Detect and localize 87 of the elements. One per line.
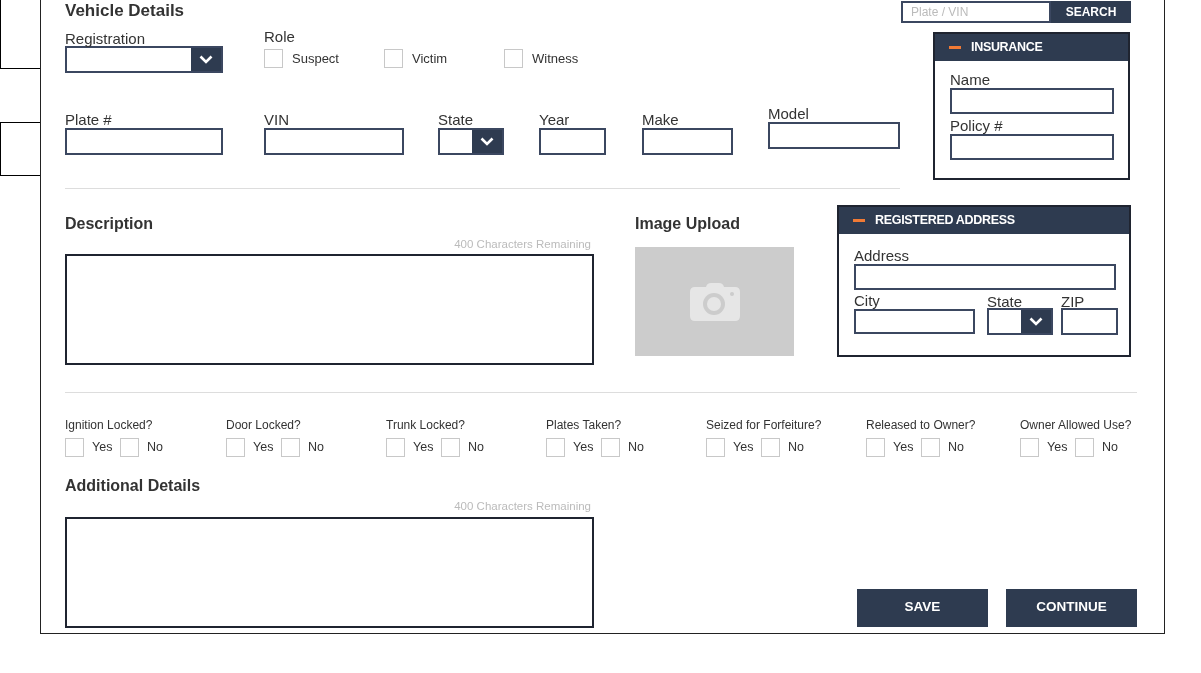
checkbox[interactable] <box>386 438 405 458</box>
checkbox[interactable] <box>120 438 139 458</box>
question-label: Ignition Locked? <box>65 418 154 433</box>
panel-title: REGISTERED ADDRESS <box>875 212 1015 230</box>
field-label: Year <box>539 111 571 128</box>
character-counter: 400 Characters Remaining <box>453 237 592 252</box>
input-field[interactable] <box>950 88 1114 114</box>
checkbox[interactable] <box>921 438 940 458</box>
description-field[interactable] <box>65 254 594 366</box>
checkbox-label: Witness <box>532 50 579 68</box>
checkbox[interactable] <box>504 49 523 69</box>
question-label: Released to Owner? <box>866 418 977 433</box>
form-button[interactable]: CONTINUE <box>1006 588 1137 627</box>
checkbox-label: Yes <box>253 439 274 457</box>
select-field[interactable] <box>65 46 223 73</box>
chevron-down-icon <box>199 55 213 64</box>
field-label: Name <box>950 71 991 88</box>
checkbox[interactable] <box>384 49 403 69</box>
checkbox-label: No <box>1102 439 1118 457</box>
checkbox[interactable] <box>441 438 460 458</box>
checkbox[interactable] <box>264 49 283 69</box>
field-label: State <box>438 111 475 128</box>
field-label: Plate # <box>65 111 113 128</box>
input-field[interactable] <box>264 128 404 155</box>
image-upload-area[interactable] <box>635 247 794 356</box>
checkbox-label: Victim <box>412 50 448 68</box>
search-button[interactable]: SEARCH <box>1051 1 1131 23</box>
field-label: Address <box>854 247 911 264</box>
input-field[interactable] <box>1061 308 1118 335</box>
camera-icon <box>689 282 740 321</box>
input-field[interactable] <box>854 264 1116 290</box>
section-heading: Additional Details <box>65 477 202 496</box>
checkbox[interactable] <box>65 438 84 458</box>
checkbox-label: No <box>308 439 324 457</box>
search-field[interactable]: Plate / VIN <box>901 1 1051 23</box>
checkbox-label: Yes <box>733 439 754 457</box>
field-label: Model <box>768 105 810 122</box>
field-label: City <box>854 292 881 309</box>
select-field[interactable] <box>438 128 504 155</box>
input-field[interactable] <box>854 309 975 334</box>
checkbox-label: Yes <box>893 439 914 457</box>
select-field[interactable] <box>987 308 1053 335</box>
form-button[interactable]: SAVE <box>857 588 988 627</box>
checkbox-label: Suspect <box>292 50 339 68</box>
checkbox[interactable] <box>281 438 300 458</box>
field-label: State <box>987 293 1024 310</box>
question-label: Seized for Forfeiture? <box>706 418 823 433</box>
checkbox-label: Yes <box>92 439 113 457</box>
checkbox-label: Yes <box>1047 439 1068 457</box>
character-counter: 400 Characters Remaining <box>453 499 592 515</box>
checkbox-label: No <box>948 439 964 457</box>
checkbox-label: Yes <box>413 439 434 457</box>
question-label: Owner Allowed Use? <box>1020 418 1133 433</box>
checkbox[interactable] <box>546 438 565 458</box>
field-label: Registration <box>65 30 147 47</box>
field-label: Make <box>642 111 680 128</box>
checkbox[interactable] <box>1075 438 1094 458</box>
question-label: Trunk Locked? <box>386 418 466 433</box>
checkbox-label: No <box>147 439 163 457</box>
checkbox[interactable] <box>226 438 245 458</box>
input-field[interactable] <box>642 128 733 155</box>
input-field[interactable] <box>539 128 606 155</box>
field-label: Role <box>264 28 296 45</box>
checkbox-label: No <box>468 439 484 457</box>
checkbox-label: Yes <box>573 439 594 457</box>
checkbox[interactable] <box>601 438 620 458</box>
input-field[interactable] <box>65 128 223 155</box>
chevron-down-icon <box>480 137 494 146</box>
checkbox-label: No <box>788 439 804 457</box>
checkbox[interactable] <box>761 438 780 458</box>
panel-title: INSURANCE <box>971 39 1043 57</box>
checkbox[interactable] <box>866 438 885 458</box>
checkbox[interactable] <box>706 438 725 458</box>
field-label: ZIP <box>1061 293 1086 310</box>
input-field[interactable] <box>950 134 1114 160</box>
section-heading: Description <box>65 215 154 233</box>
question-label: Door Locked? <box>226 418 302 433</box>
chevron-down-icon <box>1029 317 1043 326</box>
section-heading: Image Upload <box>635 215 741 233</box>
input-field[interactable] <box>768 122 900 149</box>
question-label: Plates Taken? <box>546 418 623 433</box>
section-title: Vehicle Details <box>65 1 185 20</box>
field-label: VIN <box>264 111 290 128</box>
checkbox-label: No <box>628 439 644 457</box>
field-label: Policy # <box>950 117 1004 134</box>
checkbox[interactable] <box>1020 438 1039 458</box>
additional-details-field[interactable] <box>65 516 594 628</box>
